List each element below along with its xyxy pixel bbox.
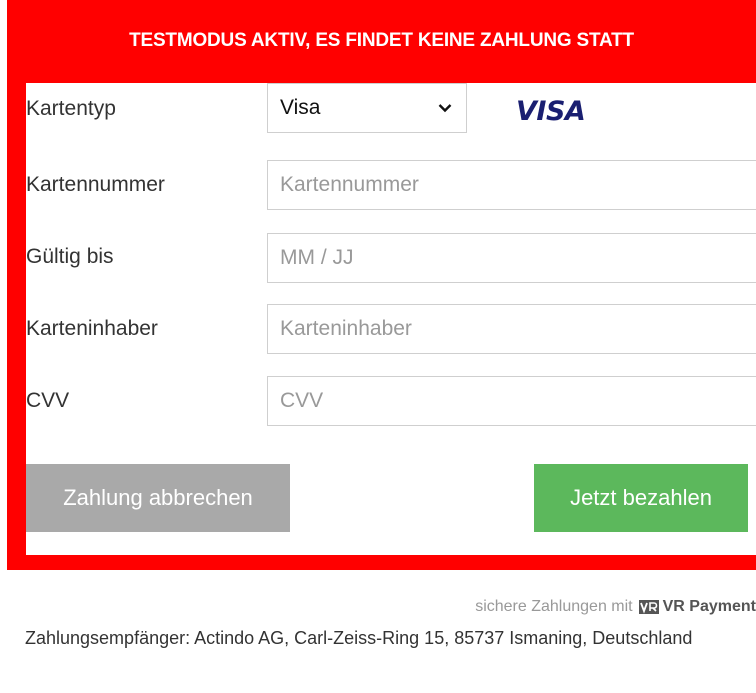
test-mode-frame: TESTMODUS AKTIV, ES FINDET KEINE ZAHLUNG… [7, 0, 756, 570]
expiry-placeholder: MM / JJ [280, 246, 354, 269]
card-type-selected-value: Visa [280, 96, 321, 119]
pay-now-button[interactable]: Jetzt bezahlen [534, 464, 748, 532]
payment-form: Kartentyp Visa VISA Kartennummer Kartenn… [26, 83, 756, 555]
card-type-select[interactable]: Visa [267, 83, 467, 133]
card-number-input[interactable]: Kartennummer [267, 160, 756, 210]
secure-payment-note: sichere Zahlungen mit VR Payment [475, 598, 756, 616]
card-type-label: Kartentyp [26, 97, 116, 120]
vr-payment-logo-icon [638, 600, 659, 614]
card-holder-input[interactable]: Karteninhaber [267, 304, 756, 354]
chevron-down-icon [436, 99, 454, 117]
card-holder-placeholder: Karteninhaber [280, 317, 412, 340]
test-mode-banner: TESTMODUS AKTIV, ES FINDET KEINE ZAHLUNG… [129, 30, 634, 51]
cvv-label: CVV [26, 389, 70, 412]
secure-payment-text: sichere Zahlungen mit [475, 598, 633, 615]
cvv-input[interactable]: CVV [267, 376, 756, 426]
expiry-input[interactable]: MM / JJ [267, 233, 756, 283]
expiry-label: Gültig bis [26, 245, 114, 268]
vr-payment-brand-text: VR Payment [662, 598, 756, 615]
payment-recipient: Zahlungsempfänger: Actindo AG, Carl-Zeis… [25, 628, 693, 648]
card-number-placeholder: Kartennummer [280, 173, 419, 196]
vr-payment-brand: VR Payment [638, 598, 756, 616]
card-number-label: Kartennummer [26, 173, 165, 196]
visa-logo: VISA [516, 96, 586, 127]
card-holder-label: Karteninhaber [26, 317, 158, 340]
cancel-payment-button[interactable]: Zahlung abbrechen [26, 464, 290, 532]
cvv-placeholder: CVV [280, 389, 324, 412]
payment-page: TESTMODUS AKTIV, ES FINDET KEINE ZAHLUNG… [0, 0, 756, 693]
